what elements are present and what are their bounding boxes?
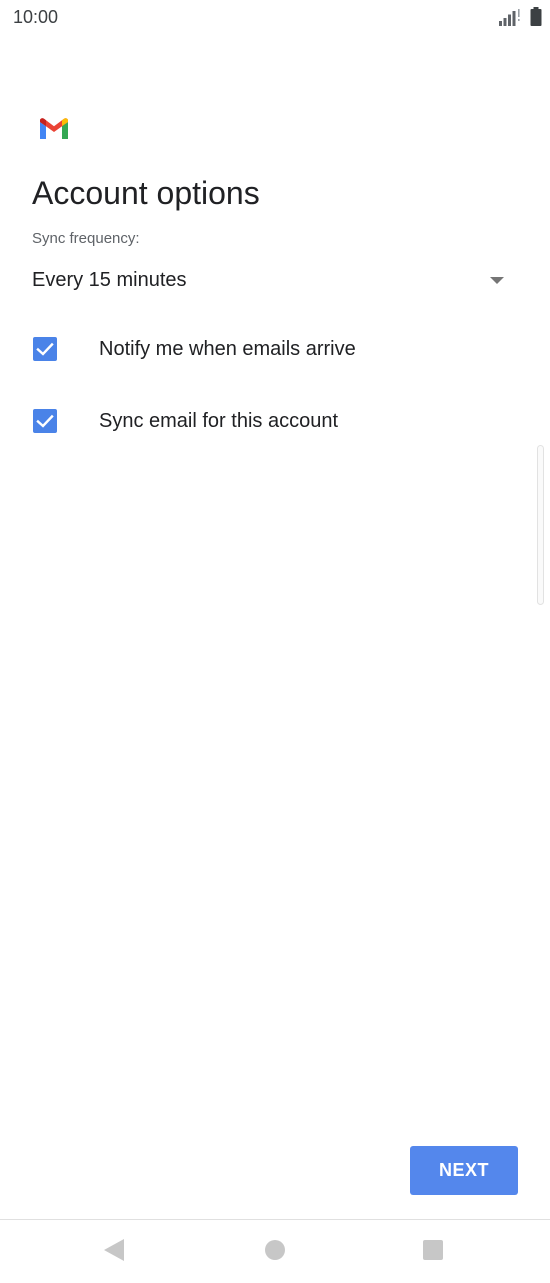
gmail-logo-icon bbox=[40, 118, 68, 139]
status-bar: 10:00 bbox=[0, 0, 550, 36]
sync-frequency-dropdown[interactable]: Every 15 minutes bbox=[32, 262, 512, 302]
page-title: Account options bbox=[32, 175, 260, 211]
sync-frequency-label: Sync frequency: bbox=[32, 230, 140, 247]
dropdown-arrow-icon bbox=[490, 277, 504, 284]
notify-label: Notify me when emails arrive bbox=[99, 338, 356, 360]
next-button[interactable]: NEXT bbox=[410, 1146, 518, 1195]
sync-email-option[interactable]: Sync email for this account bbox=[32, 399, 512, 443]
scrollbar[interactable] bbox=[537, 445, 544, 605]
sync-frequency-value: Every 15 minutes bbox=[32, 269, 187, 291]
back-icon[interactable] bbox=[104, 1239, 124, 1261]
signal-icon bbox=[499, 9, 520, 26]
checkmark-icon bbox=[36, 414, 54, 428]
notify-option[interactable]: Notify me when emails arrive bbox=[32, 327, 512, 371]
home-icon[interactable] bbox=[265, 1240, 285, 1260]
sync-email-label: Sync email for this account bbox=[99, 410, 338, 432]
navigation-bar bbox=[0, 1220, 550, 1283]
recents-icon[interactable] bbox=[423, 1240, 443, 1260]
notify-checkbox[interactable] bbox=[33, 337, 57, 361]
status-time: 10:00 bbox=[13, 7, 59, 27]
checkmark-icon bbox=[36, 342, 54, 356]
battery-icon bbox=[530, 7, 542, 26]
screen: 10:00 Account options Sync frequency: Ev… bbox=[0, 0, 550, 1283]
sync-email-checkbox[interactable] bbox=[33, 409, 57, 433]
